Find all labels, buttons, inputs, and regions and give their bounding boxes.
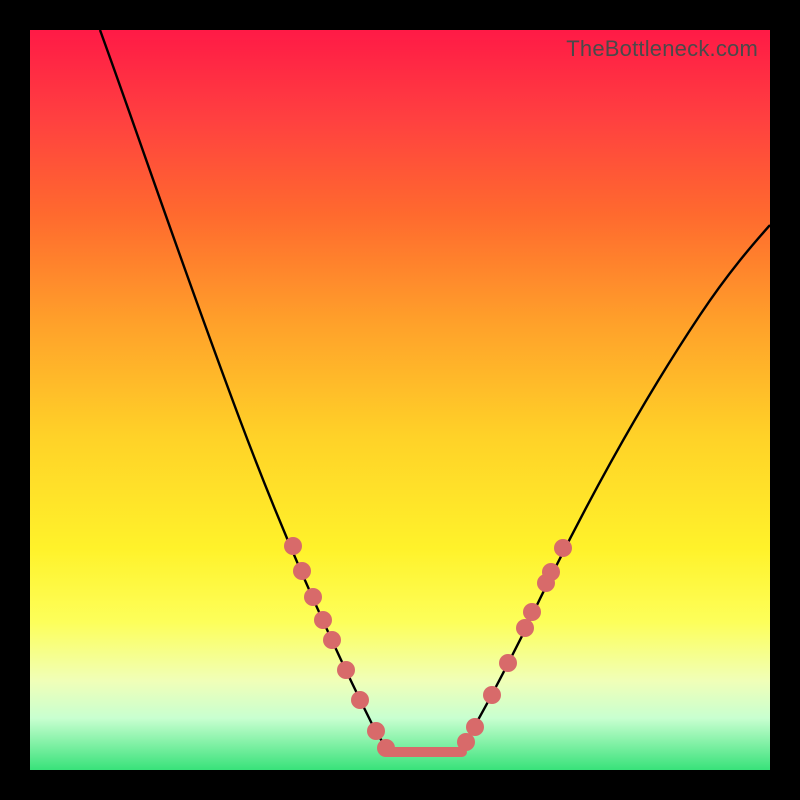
left-dot-cluster [284,537,395,757]
dot [377,739,395,757]
dot [314,611,332,629]
dot [367,722,385,740]
dot [516,619,534,637]
dot [284,537,302,555]
dot [457,733,475,751]
dot [523,603,541,621]
watermark-text: TheBottleneck.com [566,36,758,62]
dot [323,631,341,649]
dot [542,563,560,581]
dot [337,661,355,679]
right-dot-cluster [457,539,572,751]
dot [293,562,311,580]
dot [466,718,484,736]
dot [483,686,501,704]
chart-gradient-area: TheBottleneck.com [30,30,770,770]
dot [499,654,517,672]
dot [554,539,572,557]
dot [304,588,322,606]
v-curve-left [100,30,390,750]
dot [351,691,369,709]
chart-svg [30,30,770,770]
